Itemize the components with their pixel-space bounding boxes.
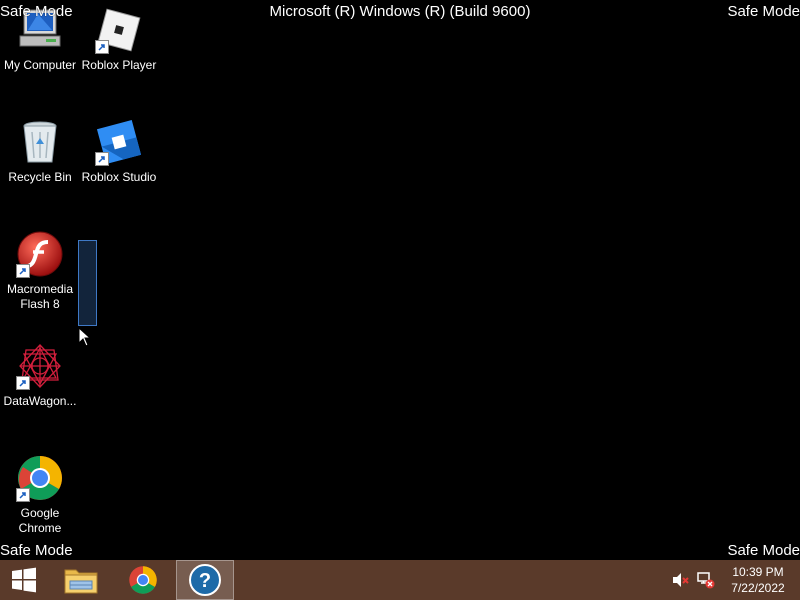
network-tray-button[interactable] [696,560,716,600]
mouse-cursor-icon [78,326,92,352]
build-title: Microsoft (R) Windows (R) (Build 9600) [269,3,531,20]
icon-label: Roblox Player [81,58,157,72]
recycle-bin-icon [16,118,64,166]
desktop-icon-macromedia-flash[interactable]: Macromedia Flash 8 [1,230,79,312]
desktop-icon-datawagon[interactable]: DataWagon... [1,342,79,409]
volume-tray-button[interactable] [670,560,692,600]
start-button[interactable] [0,560,48,600]
icon-label: Google Chrome [18,506,62,535]
icon-label: Roblox Studio [81,170,157,184]
shortcut-arrow-icon [16,264,30,278]
folder-icon [64,569,98,594]
shortcut-arrow-icon [16,376,30,390]
icon-label: Recycle Bin [8,170,72,184]
icon-label: DataWagon... [3,394,77,408]
chrome-taskbar-button[interactable] [116,560,170,600]
roblox-studio-icon [95,118,143,166]
icon-label: Macromedia Flash 8 [6,282,74,311]
taskbar: ? 10:39 PM 7/22/2022 [0,560,800,600]
taskbar-clock[interactable]: 10:39 PM 7/22/2022 [718,560,798,600]
volume-muted-icon [673,573,689,587]
desktop-icon-google-chrome[interactable]: Google Chrome [1,454,79,536]
svg-text:?: ? [199,570,211,592]
clock-time: 10:39 PM [732,565,784,579]
file-explorer-button[interactable] [56,560,106,600]
shortcut-arrow-icon [95,40,109,54]
chrome-icon [16,454,64,502]
selection-rectangle [78,240,97,326]
help-icon: ? [189,564,221,596]
network-disconnected-icon [697,572,715,589]
desktop-icon-recycle-bin[interactable]: Recycle Bin [1,118,79,185]
icon-label: My Computer [3,58,77,72]
safe-mode-label-bottom-right: Safe Mode [727,542,800,559]
desktop-icon-roblox-studio[interactable]: Roblox Studio [80,118,158,185]
flash-icon [16,230,64,278]
help-taskbar-button[interactable]: ? [176,560,234,600]
desktop[interactable]: My Computer Roblox Player Recycle Bin Ro… [0,0,800,600]
shortcut-arrow-icon [16,488,30,502]
safe-mode-label-bottom-left: Safe Mode [0,542,73,559]
clock-date: 7/22/2022 [731,581,785,595]
safe-mode-label-top-right: Safe Mode [727,3,800,20]
chrome-icon [129,566,157,594]
datawagon-icon [16,342,64,390]
shortcut-arrow-icon [95,152,109,166]
windows-logo-icon [12,567,36,593]
